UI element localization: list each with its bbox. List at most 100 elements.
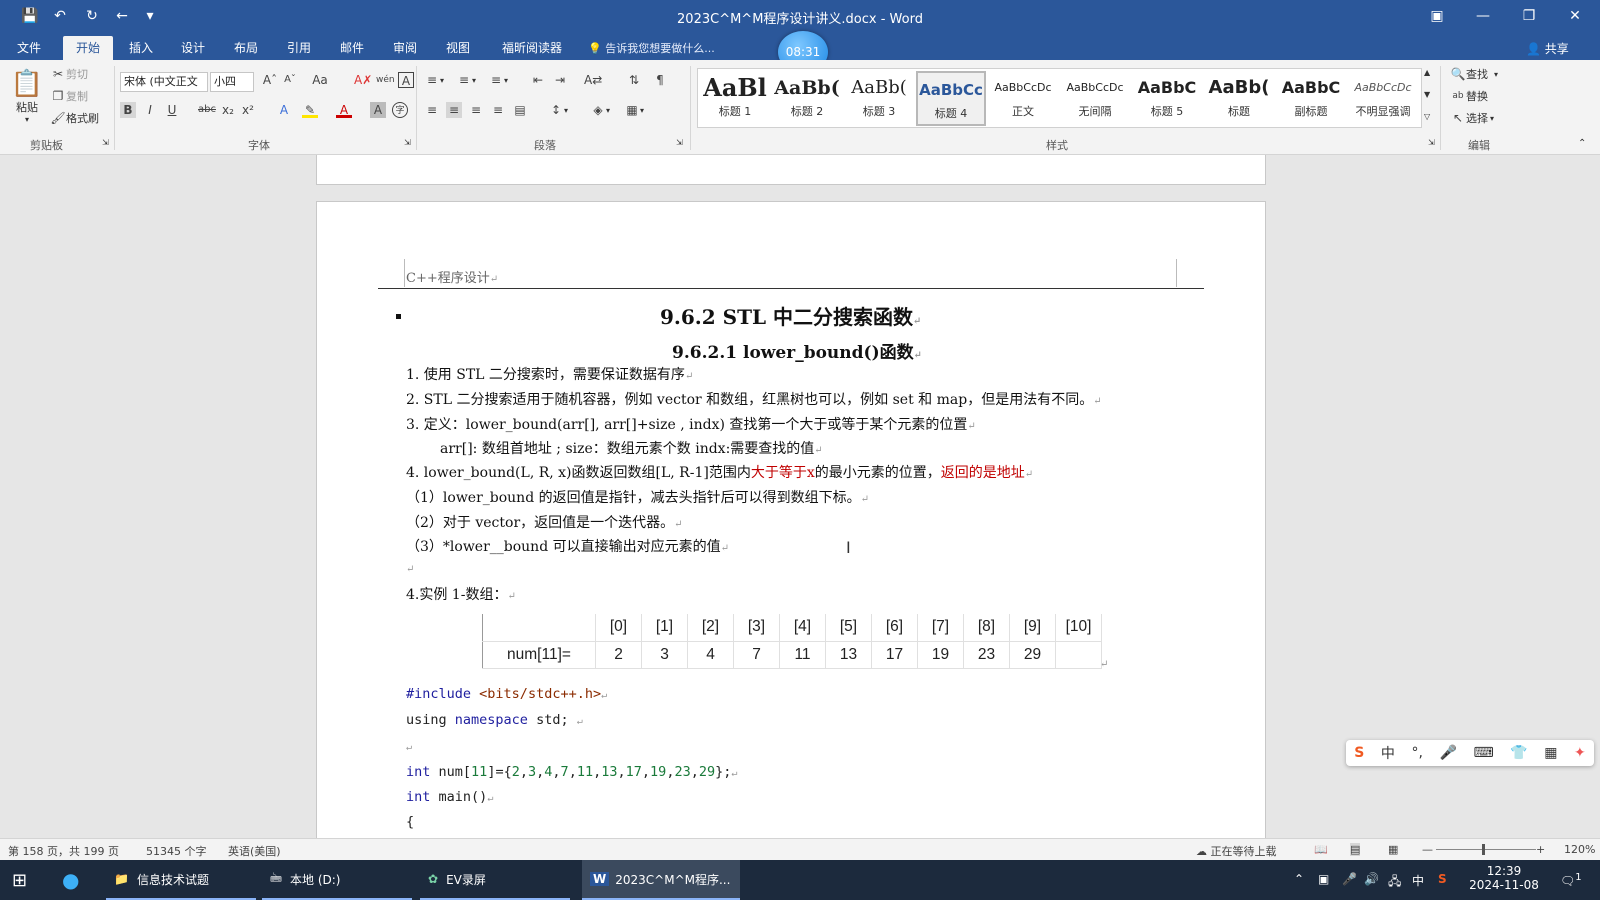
collapse-ribbon-icon[interactable]: ⌃ xyxy=(1578,138,1586,149)
enclose-char-icon[interactable]: 字 xyxy=(392,102,408,118)
clear-format-icon[interactable]: A✗ xyxy=(354,72,372,88)
bold-icon[interactable]: B xyxy=(120,102,136,118)
tab-review[interactable]: 审阅 xyxy=(384,36,426,60)
tray-app-icon[interactable]: ▣ xyxy=(1318,872,1329,886)
style-title[interactable]: AaBb(标题 xyxy=(1204,71,1274,126)
notification-icon[interactable]: 🗨1 xyxy=(1560,872,1582,888)
sort-icon[interactable]: ⇅ xyxy=(626,72,642,88)
skin-icon[interactable]: 👕 xyxy=(1510,745,1527,761)
cut-button[interactable]: ✂ 剪切 xyxy=(50,66,88,82)
tab-home[interactable]: 开始 xyxy=(63,36,113,60)
find-button[interactable]: 🔍 查找 ▾ xyxy=(1450,66,1499,82)
tab-design[interactable]: 设计 xyxy=(172,36,214,60)
multilevel-list-icon[interactable]: ≡ ▾ xyxy=(488,72,508,88)
styles-scroll-up-icon[interactable]: ▲ xyxy=(1424,68,1430,77)
minimize-icon[interactable]: — xyxy=(1460,0,1506,32)
change-case-icon[interactable]: Aa xyxy=(312,72,328,88)
copy-button[interactable]: ❐ 复制 xyxy=(50,88,88,104)
distributed-icon[interactable]: ▤ xyxy=(512,102,528,118)
highlight-icon[interactable]: ✎ xyxy=(302,102,318,118)
italic-icon[interactable]: I xyxy=(142,102,158,118)
strikethrough-icon[interactable]: abc xyxy=(198,102,216,118)
zoom-out-icon[interactable]: — xyxy=(1422,843,1433,856)
increase-indent-icon[interactable]: ⇥ xyxy=(552,72,568,88)
print-layout-icon[interactable]: ▤ xyxy=(1350,843,1361,856)
toolbox-icon[interactable]: ▦ xyxy=(1544,745,1557,761)
sogou-tray-icon[interactable]: S xyxy=(1438,872,1447,886)
style-heading4[interactable]: AaBbCc 标题 4 xyxy=(916,71,986,126)
ime-tray-indicator[interactable]: 中 xyxy=(1412,872,1424,889)
dialog-launcher-icon[interactable]: ⇲ xyxy=(102,138,109,147)
tab-file[interactable]: 文件 xyxy=(8,36,50,60)
tab-layout[interactable]: 布局 xyxy=(225,36,267,60)
shrink-font-icon[interactable]: Aˇ xyxy=(282,72,298,88)
sogou-logo-icon[interactable]: S xyxy=(1354,745,1364,761)
format-painter-button[interactable]: 🖌 格式刷 xyxy=(50,110,99,126)
line-spacing-icon[interactable]: ↕ ▾ xyxy=(548,102,568,118)
justify-icon[interactable]: ≡ xyxy=(490,102,506,118)
paste-button[interactable]: 📋 粘贴 ▾ xyxy=(10,66,44,126)
phonetic-guide-icon[interactable]: wén xyxy=(376,72,395,88)
ime-mode-toggle[interactable]: 中 xyxy=(1381,743,1395,763)
microphone-tray-icon[interactable]: 🎤 xyxy=(1342,872,1357,886)
network-icon[interactable]: 🖧 xyxy=(1388,872,1401,893)
tell-me-box[interactable]: 💡 告诉我您想要做什么... xyxy=(588,40,715,56)
style-heading3[interactable]: AaBb(标题 3 xyxy=(844,71,914,126)
decrease-indent-icon[interactable]: ⇤ xyxy=(530,72,546,88)
keyboard-icon[interactable]: ⌨ xyxy=(1473,745,1493,761)
bullets-icon[interactable]: ≡ ▾ xyxy=(424,72,444,88)
text-effects-icon[interactable]: A xyxy=(276,102,292,118)
underline-icon[interactable]: U xyxy=(164,102,180,118)
borders-icon[interactable]: ▦ ▾ xyxy=(624,102,644,118)
shading-icon[interactable]: ◈ ▾ xyxy=(590,102,610,118)
style-subtitle[interactable]: AaBbC 副标题 xyxy=(1276,71,1346,126)
styles-dialog-launcher-icon[interactable]: ⇲ xyxy=(1428,138,1435,147)
taskbar-clock[interactable]: 12:39 2024-11-08 xyxy=(1464,864,1544,892)
share-button[interactable]: 👤 共享 xyxy=(1526,40,1569,57)
select-button[interactable]: ↖ 选择 ▾ xyxy=(1450,110,1494,126)
font-name-combo[interactable]: 宋体 (中文正文 xyxy=(120,72,208,92)
font-color-icon[interactable]: A xyxy=(336,102,352,118)
style-no-spacing[interactable]: AaBbCcDc 无间隔 xyxy=(1060,71,1130,126)
ribbon-display-icon[interactable]: ▣ xyxy=(1414,0,1460,32)
windows-start-icon[interactable]: ⊞ xyxy=(12,860,27,900)
numbering-icon[interactable]: ≡ ▾ xyxy=(456,72,476,88)
punctuation-icon[interactable]: °, xyxy=(1411,745,1422,761)
language-indicator[interactable]: 英语(美国) xyxy=(228,843,281,859)
style-heading5[interactable]: AaBbC 标题 5 xyxy=(1132,71,1202,126)
mascot-icon[interactable]: ✦ xyxy=(1574,745,1586,761)
font-size-combo[interactable]: 小四 xyxy=(210,72,254,92)
style-heading1[interactable]: AaBl 标题 1 xyxy=(700,71,770,126)
maximize-icon[interactable]: ❐ xyxy=(1506,0,1552,32)
volume-icon[interactable]: 🔊 xyxy=(1364,872,1379,886)
tab-references[interactable]: 引用 xyxy=(278,36,320,60)
web-layout-icon[interactable]: ▦ xyxy=(1388,843,1398,856)
page-count[interactable]: 第 158 页，共 199 页 xyxy=(8,843,119,859)
taskbar-app-explorer[interactable]: 📁 信息技术试题 xyxy=(106,860,256,900)
align-right-icon[interactable]: ≡ xyxy=(468,102,484,118)
document-area[interactable]: C++程序设计↵ 9.6.2 STL 中二分搜索函数↵ 9.6.2.1 lowe… xyxy=(0,155,1600,838)
upload-status[interactable]: ☁ 正在等待上载 xyxy=(1196,843,1277,859)
taskbar-app-word[interactable]: W 2023C^M^M程序... xyxy=(582,860,740,900)
styles-scroll-down-icon[interactable]: ▼ xyxy=(1424,90,1430,99)
chinese-layout-icon[interactable]: A⇄ xyxy=(584,72,602,88)
char-shading-icon[interactable]: A xyxy=(370,102,386,118)
zoom-slider-thumb[interactable] xyxy=(1482,844,1485,855)
tab-insert[interactable]: 插入 xyxy=(120,36,162,60)
tray-expand-icon[interactable]: ⌃ xyxy=(1294,872,1304,886)
microphone-icon[interactable]: 🎤 xyxy=(1439,745,1456,761)
tab-mailings[interactable]: 邮件 xyxy=(331,36,373,60)
zoom-in-icon[interactable]: + xyxy=(1536,843,1545,856)
zoom-level[interactable]: 120% xyxy=(1564,843,1595,856)
styles-more-icon[interactable]: ▽ xyxy=(1424,112,1430,121)
font-dialog-launcher-icon[interactable]: ⇲ xyxy=(404,138,411,147)
superscript-icon[interactable]: x² xyxy=(240,102,256,118)
show-marks-icon[interactable]: ¶ xyxy=(652,72,668,88)
subscript-icon[interactable]: x₂ xyxy=(220,102,236,118)
align-left-icon[interactable]: ≡ xyxy=(424,102,440,118)
align-center-icon[interactable]: ≡ xyxy=(446,102,462,118)
style-normal[interactable]: AaBbCcDc 正文 xyxy=(988,71,1058,126)
style-heading2[interactable]: AaBb(标题 2 xyxy=(772,71,842,126)
replace-button[interactable]: ab 替换 xyxy=(1450,88,1488,104)
taskbar-app-drive[interactable]: 🖮 本地 (D:) xyxy=(262,860,412,900)
